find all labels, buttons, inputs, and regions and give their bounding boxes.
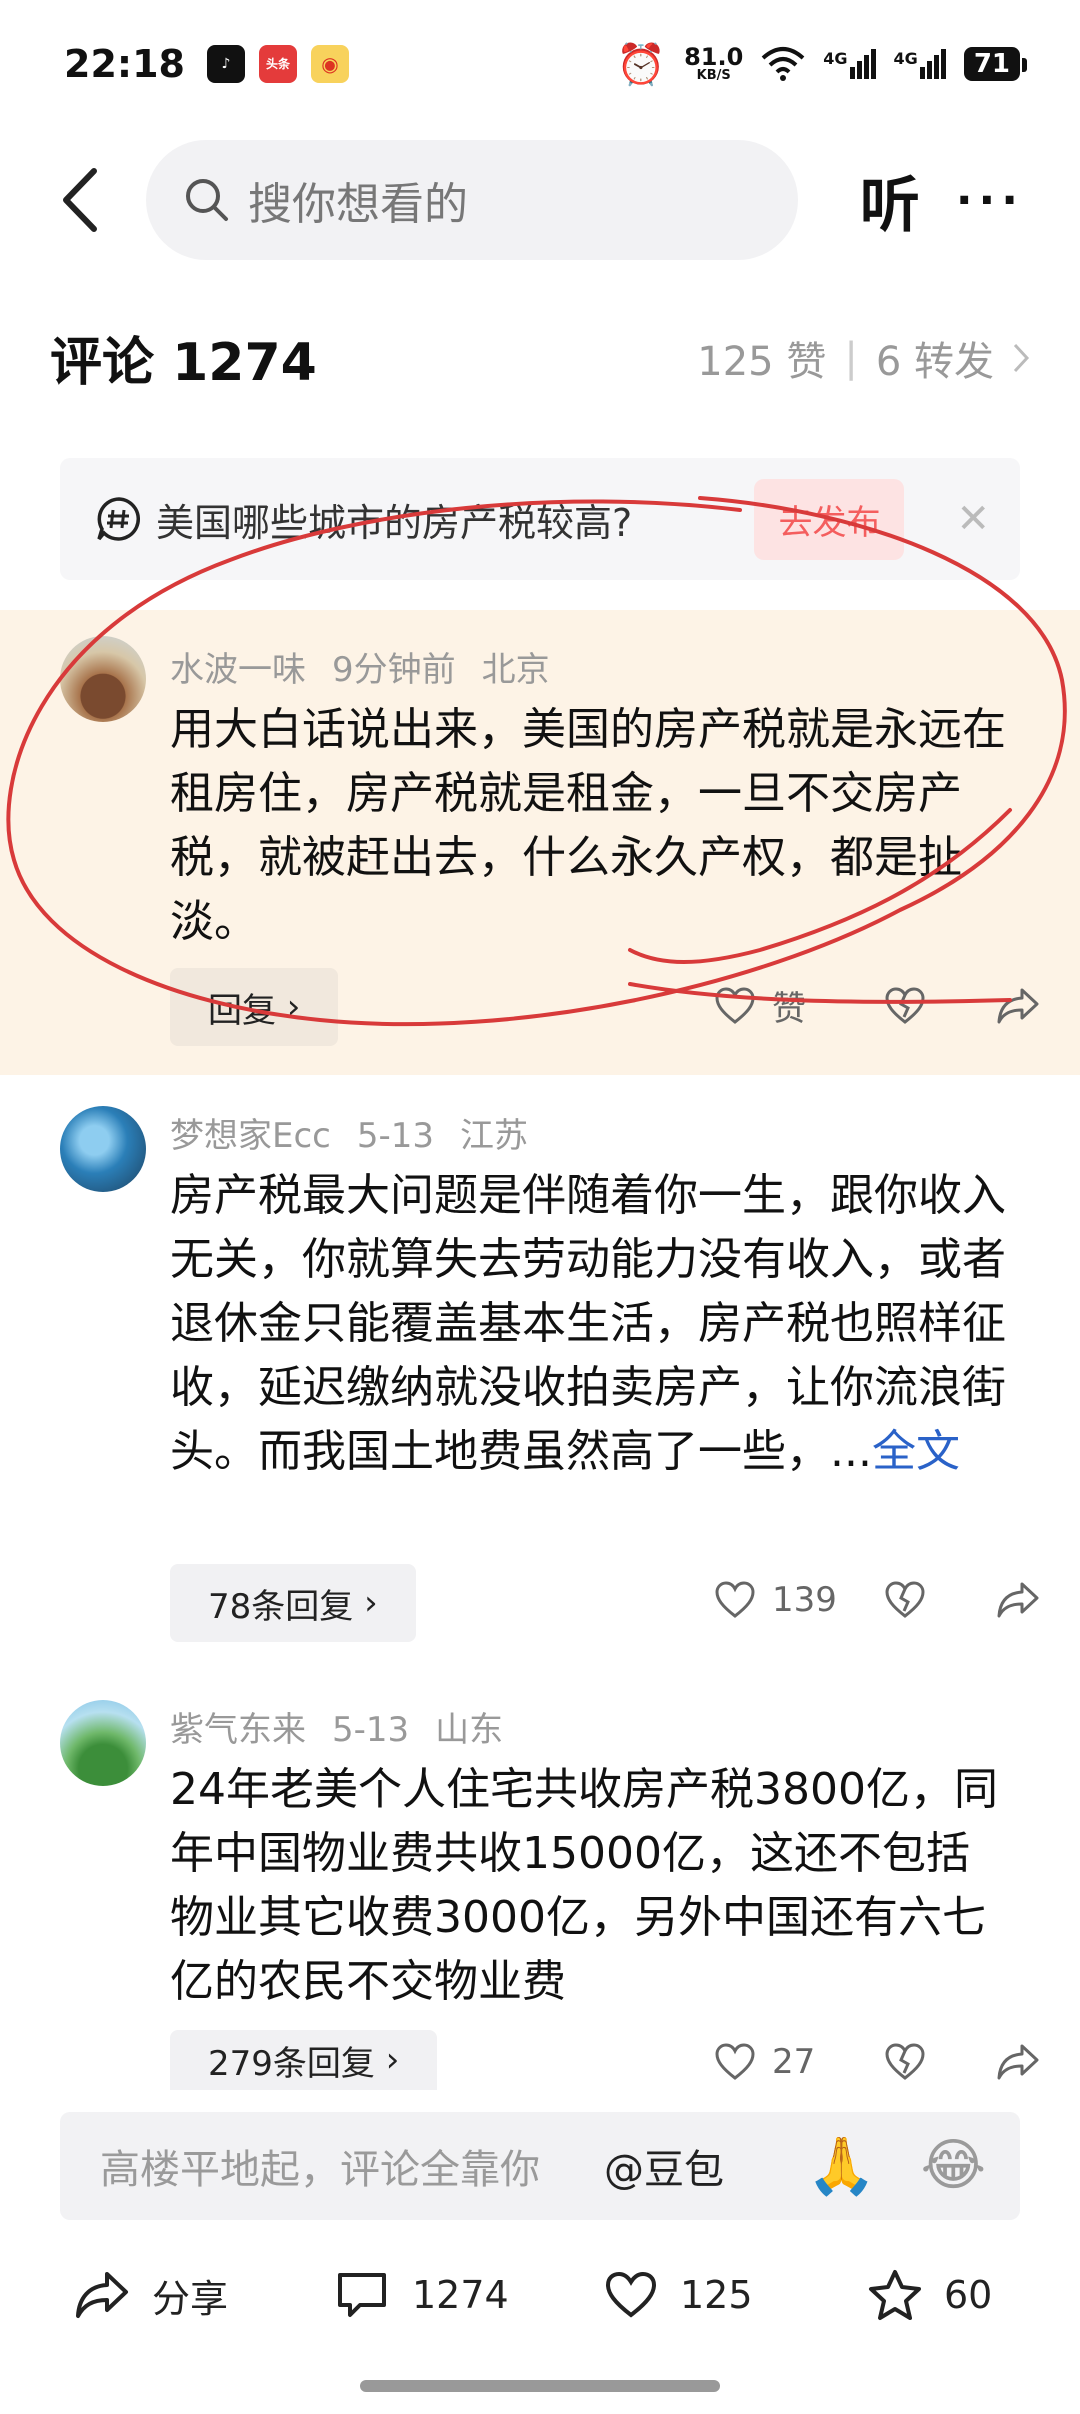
expand-link[interactable]: 全文	[872, 1426, 960, 1477]
dislike-button[interactable]	[884, 2043, 996, 2081]
share-icon	[76, 2272, 128, 2318]
favorite-button[interactable]: 60	[868, 2269, 992, 2321]
comment-actions: 139	[714, 1580, 1040, 1620]
like-button[interactable]: 139	[714, 1580, 884, 1620]
comment-text[interactable]: 房产税最大问题是伴随着你一生，跟你收入无关，你就算失去劳动能力没有收入，或者退休…	[170, 1164, 1010, 1484]
like-count: 27	[772, 2042, 816, 2082]
like-count: 139	[772, 1580, 837, 1620]
comments-button[interactable]: 1274	[334, 2269, 509, 2321]
heart-icon	[605, 2271, 657, 2318]
stats-separator: |	[844, 334, 858, 381]
comment-time: 5-13	[356, 1116, 435, 1156]
listen-button[interactable]: 听	[860, 157, 920, 244]
chevron-right-icon	[1013, 343, 1030, 372]
chevron-left-icon	[63, 168, 97, 232]
red-circle-annotation	[6, 496, 1067, 1027]
mention-button[interactable]: @豆包	[604, 2137, 724, 2195]
weibo-icon: ◉	[310, 45, 349, 83]
more-button[interactable]: ···	[956, 175, 1024, 226]
favorites-count: 60	[944, 2273, 993, 2317]
replies-button[interactable]: 78条回复 ›	[170, 1564, 416, 1642]
comment-location: 江苏	[460, 1116, 529, 1156]
home-indicator[interactable]	[360, 2380, 720, 2392]
broken-heart-icon	[885, 2043, 925, 2080]
likes-count: 125 赞	[697, 338, 827, 385]
heart-icon	[715, 2043, 755, 2080]
signal-icon-2: 4G	[894, 49, 946, 79]
comment-icon	[338, 2273, 386, 2317]
comment-username[interactable]: 梦想家Ecc	[170, 1116, 331, 1156]
comment-meta: 紫气东来 5-13 山东	[170, 1702, 529, 1751]
replies-button[interactable]: 279条回复 ›	[170, 2030, 438, 2090]
comment-username[interactable]: 紫气东来	[170, 1710, 306, 1750]
avatar[interactable]	[60, 1700, 146, 1786]
signal-icon-1: 4G	[823, 49, 876, 79]
comment-text[interactable]: 24年老美个人住宅共收房产税3800亿，同年中国物业费共收15000亿，这还不包…	[170, 1758, 1010, 2014]
search-input[interactable]: 搜你想看的	[146, 140, 798, 260]
wifi-icon	[761, 47, 805, 81]
pray-emoji-button[interactable]: 🙏	[807, 2133, 877, 2199]
reply-label: 78条回复	[208, 1586, 354, 1627]
post-stats[interactable]: 125 赞 | 6 转发	[697, 329, 1030, 387]
share-button[interactable]: 分享	[74, 2268, 228, 2323]
tiktok-icon: ♪	[206, 45, 245, 83]
back-button[interactable]	[44, 164, 116, 236]
heart-icon	[715, 1581, 755, 1618]
comment-location: 山东	[435, 1710, 504, 1750]
comments-count: 1274	[412, 2273, 509, 2317]
comment-header: 评论 1274 125 赞 | 6 转发	[50, 320, 1030, 395]
bottom-action-bar: 分享 1274 125 60	[0, 2250, 1080, 2340]
clock: 22:18	[64, 42, 185, 86]
dislike-button[interactable]	[884, 1581, 996, 1619]
comment-time: 5-13	[332, 1710, 410, 1750]
share-icon[interactable]	[996, 1581, 1040, 1619]
broken-heart-icon	[885, 1581, 925, 1618]
status-bar: 22:18 ♪ 头条 ◉ ⏰ 81.0 KB/S 4G 4G 71	[0, 0, 1080, 128]
share-icon[interactable]	[996, 2043, 1040, 2081]
star-icon	[869, 2270, 921, 2320]
comment-actions: 27	[714, 2042, 1040, 2082]
comment-input-placeholder: 高楼平地起，评论全靠你	[100, 2147, 540, 2193]
comment-input[interactable]: 高楼平地起，评论全靠你 @豆包 🙏 😂	[60, 2112, 1020, 2220]
top-bar: 搜你想看的 听 ···	[0, 138, 1080, 262]
shares-count: 6 转发	[875, 338, 994, 385]
like-post-button[interactable]: 125	[604, 2271, 753, 2319]
toutiao-icon: 头条	[258, 45, 297, 83]
like-button[interactable]: 27	[714, 2042, 884, 2082]
comment-count-title: 评论 1274	[50, 333, 317, 393]
search-icon	[186, 179, 228, 221]
post-likes-count: 125	[680, 2273, 753, 2317]
search-placeholder: 搜你想看的	[248, 179, 468, 230]
alarm-icon: ⏰	[616, 41, 667, 88]
reply-label: 279条回复	[208, 2043, 375, 2084]
network-speed: 81.0 KB/S	[684, 43, 744, 83]
share-label: 分享	[152, 2276, 229, 2321]
battery-indicator: 71	[963, 47, 1028, 81]
laugh-emoji-button[interactable]: 😂	[921, 2133, 986, 2199]
